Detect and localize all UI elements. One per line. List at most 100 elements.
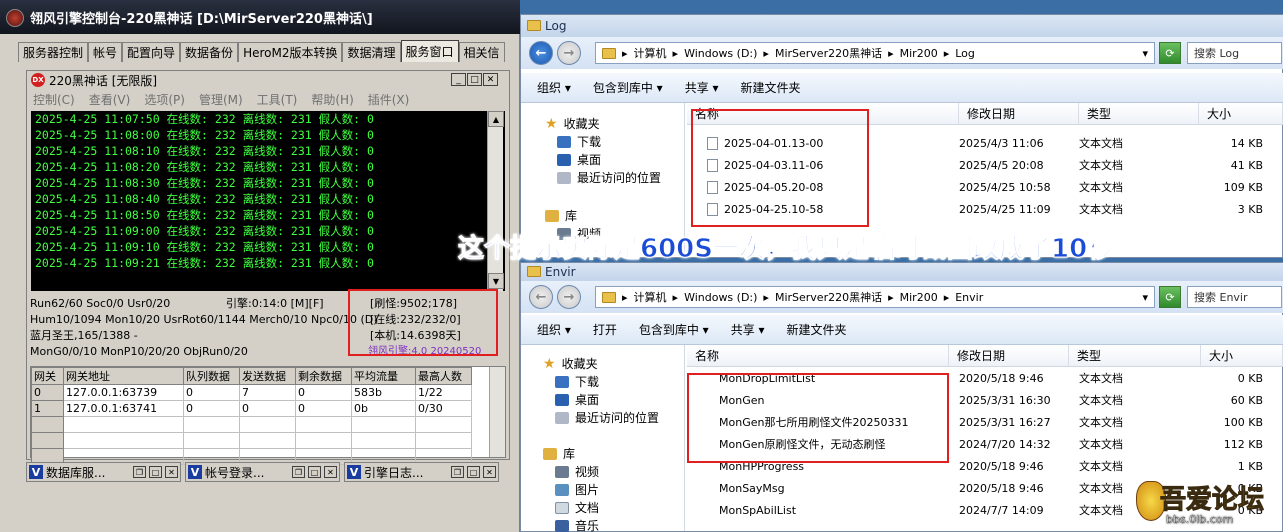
close-icon[interactable]: ✕ — [165, 466, 178, 478]
restore-icon[interactable]: ❐ — [292, 466, 305, 478]
log-line: 2025-4-25 11:09:10 在线数: 232 离线数: 231 假人数… — [35, 240, 374, 254]
organize-button[interactable]: 组织 ▾ — [537, 321, 571, 338]
engine-logo-icon — [6, 9, 24, 27]
col-type[interactable]: 类型 — [1079, 103, 1199, 124]
nav-recent[interactable]: 最近访问的位置 — [557, 169, 661, 186]
restore-icon[interactable]: ❐ — [451, 466, 464, 478]
forward-arrow-icon[interactable]: → — [557, 285, 581, 309]
crumb[interactable]: Mir200 — [900, 291, 938, 304]
menu-options[interactable]: 选项(P) — [144, 91, 185, 109]
crumb[interactable]: Envir — [955, 291, 983, 304]
share-button[interactable]: 共享 ▾ — [731, 321, 765, 338]
back-arrow-icon[interactable]: ← — [529, 41, 553, 65]
picture-icon — [555, 483, 569, 496]
tab-service-window[interactable]: 服务窗口 — [400, 40, 459, 62]
nav-recent[interactable]: 最近访问的位置 — [555, 409, 659, 426]
log-search-input[interactable]: 搜索 Log — [1187, 42, 1282, 64]
nav-libraries[interactable]: 库 — [543, 445, 575, 462]
chevron-down-icon[interactable]: ▾ — [1142, 47, 1148, 60]
maximize-icon[interactable]: □ — [308, 466, 321, 478]
col-address[interactable]: 网关地址 — [63, 367, 184, 385]
refresh-icon[interactable]: ⟳ — [1159, 286, 1181, 308]
nav-libraries[interactable]: 库 — [545, 207, 577, 224]
log-console[interactable]: 2025-4-25 11:07:50 在线数: 232 离线数: 231 假人数… — [31, 111, 505, 291]
menu-tools[interactable]: 工具(T) — [257, 91, 298, 109]
organize-button[interactable]: 组织 ▾ — [537, 79, 571, 96]
crumb[interactable]: 计算机 — [634, 289, 667, 305]
crumb[interactable]: Windows (D:) — [684, 47, 757, 60]
col-size[interactable]: 大小 — [1201, 345, 1283, 366]
envir-search-input[interactable]: 搜索 Envir — [1187, 286, 1282, 308]
nav-videos[interactable]: 视频 — [555, 463, 599, 480]
col-queue[interactable]: 队列数据 — [183, 367, 240, 385]
nav-desktop[interactable]: 桌面 — [555, 391, 599, 408]
col-remain[interactable]: 剩余数据 — [295, 367, 352, 385]
share-button[interactable]: 共享 ▾ — [685, 79, 719, 96]
tab-config-wizard[interactable]: 配置向导 — [122, 42, 181, 62]
chevron-down-icon[interactable]: ▾ — [1142, 291, 1148, 304]
task-database-server[interactable]: V 数据库服... ❐ □ ✕ — [26, 462, 181, 482]
close-icon[interactable]: ✕ — [483, 466, 496, 478]
tab-data-cleanup[interactable]: 数据清理 — [342, 42, 401, 62]
include-library-button[interactable]: 包含到库中 ▾ — [593, 79, 663, 96]
menu-help[interactable]: 帮助(H) — [311, 91, 353, 109]
menu-plugins[interactable]: 插件(X) — [368, 91, 410, 109]
col-size[interactable]: 大小 — [1199, 103, 1283, 124]
log-address-bar[interactable]: ▸ 计算机 ▸ Windows (D:) ▸ MirServer220黑神话 ▸ Mir… — [595, 42, 1155, 64]
minimize-icon[interactable]: _ — [451, 73, 466, 86]
music-icon — [555, 519, 569, 532]
nav-downloads[interactable]: 下载 — [557, 133, 601, 150]
crumb[interactable]: Windows (D:) — [684, 291, 757, 304]
task-account-login[interactable]: V 帐号登录... ❐ □ ✕ — [185, 462, 340, 482]
col-date[interactable]: 修改日期 — [949, 345, 1069, 366]
envir-address-bar[interactable]: ▸ 计算机 ▸ Windows (D:) ▸ MirServer220黑神话 ▸ Mir… — [595, 286, 1155, 308]
menu-view[interactable]: 查看(V) — [89, 91, 131, 109]
nav-music[interactable]: 音乐 — [555, 517, 599, 532]
maximize-icon[interactable]: □ — [467, 73, 482, 86]
open-button[interactable]: 打开 — [593, 321, 617, 338]
task-engine-log[interactable]: V 引擎日志... ❐ □ ✕ — [344, 462, 499, 482]
close-icon[interactable]: ✕ — [483, 73, 498, 86]
scroll-up-icon[interactable]: ▲ — [488, 111, 504, 127]
grid-scrollbar[interactable] — [489, 367, 505, 457]
menu-control[interactable]: 控制(C) — [33, 91, 75, 109]
restore-icon[interactable]: ❐ — [133, 466, 146, 478]
tab-server-control[interactable]: 服务器控制 — [18, 42, 89, 62]
include-library-button[interactable]: 包含到库中 ▾ — [639, 321, 709, 338]
scroll-down-icon[interactable]: ▼ — [488, 273, 504, 289]
gateway-grid[interactable]: 网关 网关地址 队列数据 发送数据 剩余数据 平均流量 最高人数 0 127.0… — [30, 366, 506, 465]
nav-documents[interactable]: 文档 — [555, 499, 599, 516]
crumb[interactable]: Mir200 — [900, 47, 938, 60]
nav-favorites[interactable]: ★ 收藏夹 — [543, 355, 598, 372]
col-gateway[interactable]: 网关 — [31, 367, 64, 385]
crumb[interactable]: MirServer220黑神话 — [775, 289, 882, 305]
col-type[interactable]: 类型 — [1069, 345, 1201, 366]
crumb[interactable]: 计算机 — [634, 45, 667, 61]
maximize-icon[interactable]: □ — [467, 466, 480, 478]
forward-arrow-icon[interactable]: → — [557, 41, 581, 65]
crumb[interactable]: Log — [955, 47, 975, 60]
table-row[interactable]: 0 127.0.0.1:63739 0 7 0 583b 1/22 — [31, 384, 472, 401]
nav-downloads[interactable]: 下载 — [555, 373, 599, 390]
nav-favorites[interactable]: ★ 收藏夹 — [545, 115, 600, 132]
tab-herom2-convert[interactable]: HeroM2版本转换 — [238, 42, 343, 62]
col-max[interactable]: 最高人数 — [415, 367, 472, 385]
new-folder-button[interactable]: 新建文件夹 — [787, 321, 847, 338]
nav-pictures[interactable]: 图片 — [555, 481, 599, 498]
col-traffic[interactable]: 平均流量 — [351, 367, 416, 385]
tab-account[interactable]: 帐号 — [88, 42, 123, 62]
nav-desktop[interactable]: 桌面 — [557, 151, 601, 168]
crumb[interactable]: MirServer220黑神话 — [775, 45, 882, 61]
col-sent[interactable]: 发送数据 — [239, 367, 296, 385]
new-folder-button[interactable]: 新建文件夹 — [741, 79, 801, 96]
back-arrow-icon[interactable]: ← — [529, 285, 553, 309]
table-row[interactable]: 1 127.0.0.1:63741 0 0 0 0b 0/30 — [31, 400, 472, 417]
col-date[interactable]: 修改日期 — [959, 103, 1079, 124]
col-name[interactable]: 名称 — [687, 345, 949, 366]
maximize-icon[interactable]: □ — [149, 466, 162, 478]
tab-data-backup[interactable]: 数据备份 — [180, 42, 239, 62]
tab-related-info[interactable]: 相关信 — [458, 42, 505, 62]
menu-manage[interactable]: 管理(M) — [199, 91, 243, 109]
refresh-icon[interactable]: ⟳ — [1159, 42, 1181, 64]
close-icon[interactable]: ✕ — [324, 466, 337, 478]
